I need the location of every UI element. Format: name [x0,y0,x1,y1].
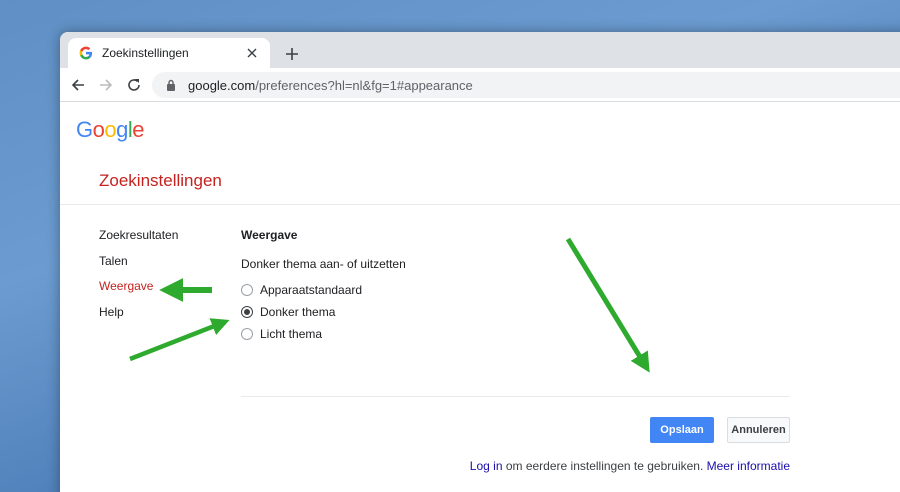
login-link[interactable]: Log in [470,459,503,473]
url-path: /preferences?hl=nl&fg=1#appearance [255,77,473,93]
tab-strip: Zoekinstellingen [60,32,900,68]
page-title: Zoekinstellingen [99,171,222,190]
login-hint-text: om eerdere instellingen te gebruiken. [502,459,707,473]
save-button[interactable]: Opslaan [650,417,714,443]
new-tab-icon[interactable] [280,42,304,66]
radio-button[interactable] [241,328,253,340]
logo-letter: G [76,117,93,142]
more-info-link[interactable]: Meer informatie [707,459,790,473]
logo-letter: e [132,117,145,142]
cancel-button[interactable]: Annuleren [727,417,790,443]
url-text: google.com/preferences?hl=nl&fg=1#appear… [188,78,473,93]
back-arrow-icon[interactable] [66,73,90,97]
logo-letter: g [116,117,128,142]
sidebar-item-zoekresultaten[interactable]: Zoekresultaten [99,228,178,254]
logo-letter: o [92,117,105,142]
header-divider [60,204,900,205]
logo-letter: o [104,117,117,142]
radio-option-licht-thema[interactable]: Licht thema [241,323,791,345]
radio-button-checked[interactable] [241,306,253,318]
section-title: Weergave [241,228,298,242]
radio-label: Apparaatstandaard [260,283,363,297]
appearance-section: Weergave Donker thema aan- of uitzetten … [241,228,791,345]
settings-sidebar: Zoekresultaten Talen Weergave Help [99,228,178,330]
address-bar[interactable]: google.com/preferences?hl=nl&fg=1#appear… [152,72,900,98]
theme-radio-group: Apparaatstandaard Donker thema Licht the… [241,279,791,345]
sidebar-item-talen[interactable]: Talen [99,254,178,280]
section-description: Donker thema aan- of uitzetten [241,257,406,271]
google-logo[interactable]: Google [76,117,145,143]
reload-icon[interactable] [122,73,146,97]
tab-zoekinstellingen[interactable]: Zoekinstellingen [68,38,270,68]
radio-label: Licht thema [260,327,323,341]
radio-label: Donker thema [260,305,336,319]
forward-arrow-icon[interactable] [94,73,118,97]
lock-icon[interactable] [164,78,178,92]
browser-toolbar: google.com/preferences?hl=nl&fg=1#appear… [60,68,900,102]
google-favicon-icon [78,45,94,61]
browser-window: Zoekinstellingen google.com/preferences?… [60,32,900,492]
url-host: google.com [188,77,256,93]
radio-option-donker-thema[interactable]: Donker thema [241,301,791,323]
sidebar-item-help[interactable]: Help [99,305,178,331]
page-content: Google Zoekinstellingen Zoekresultaten T… [60,103,900,492]
tab-title: Zoekinstellingen [102,46,189,60]
radio-button[interactable] [241,284,253,296]
close-icon[interactable] [244,45,260,61]
login-hint: Log in om eerdere instellingen te gebrui… [470,459,790,473]
sidebar-item-weergave[interactable]: Weergave [99,279,178,305]
section-divider [241,396,790,397]
radio-option-apparaatstandaard[interactable]: Apparaatstandaard [241,279,791,301]
